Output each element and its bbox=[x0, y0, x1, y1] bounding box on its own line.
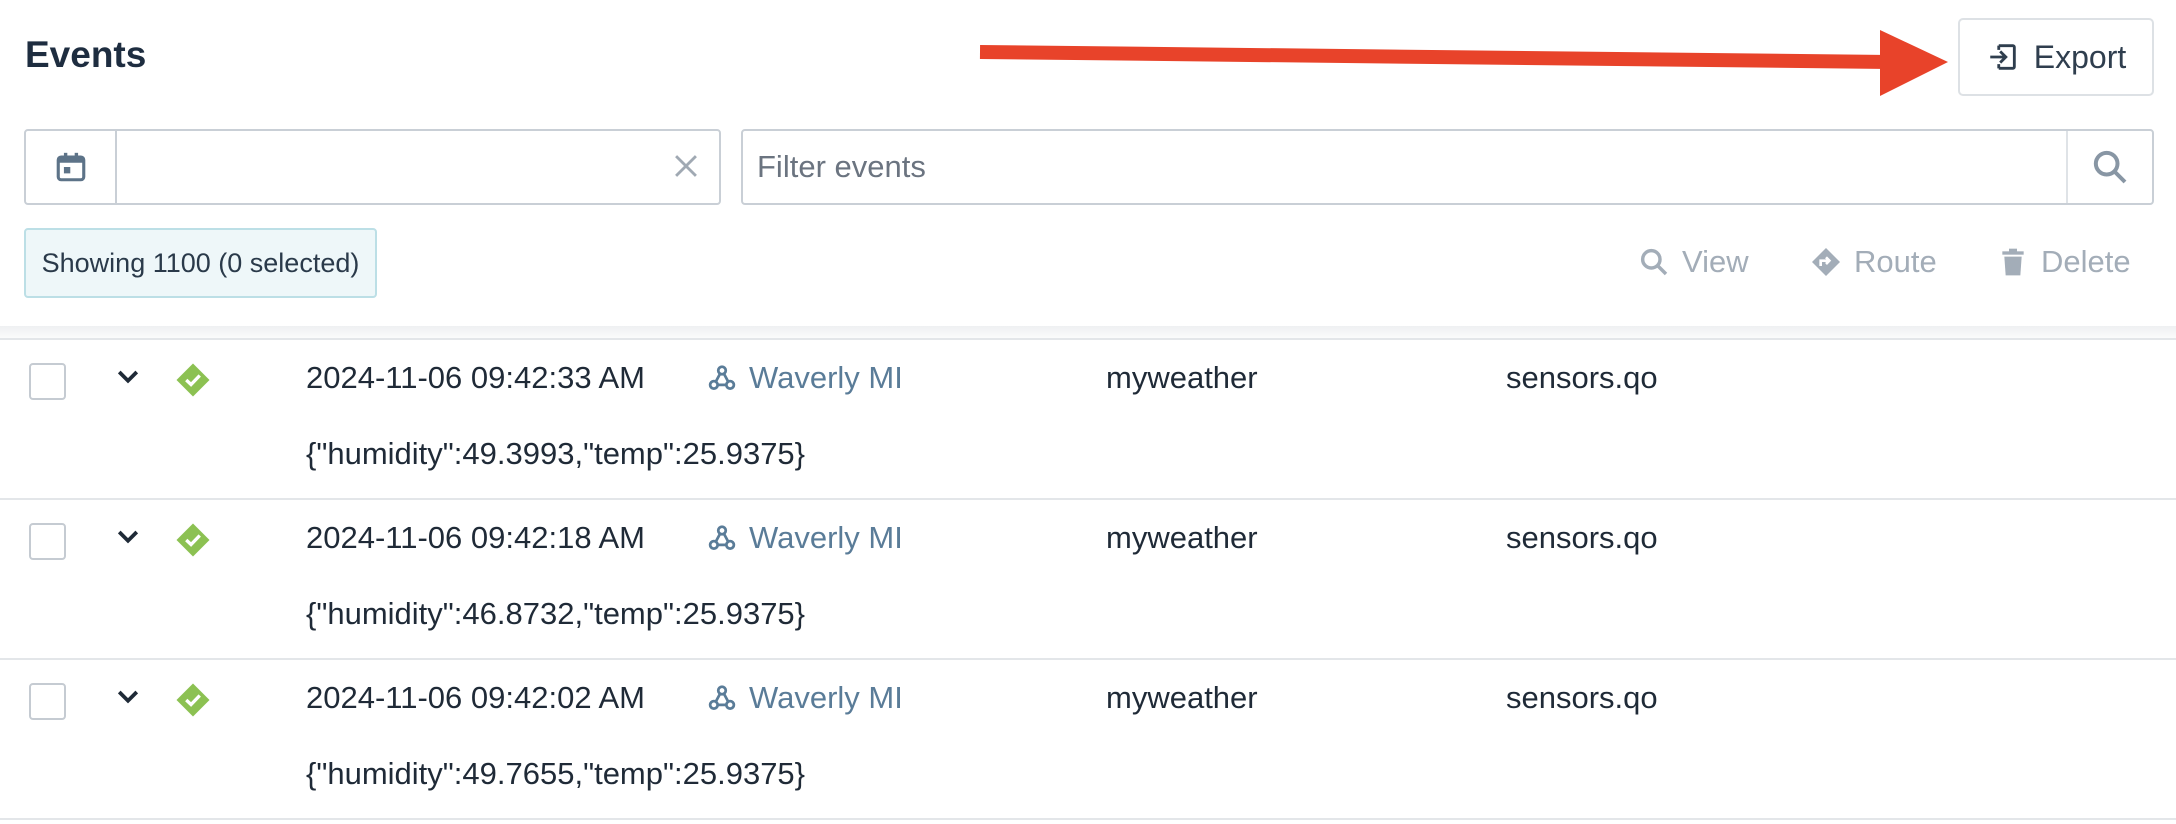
route-icon bbox=[1812, 248, 1840, 276]
route-label: Route bbox=[1854, 244, 1937, 279]
table-header-divider bbox=[0, 326, 2176, 340]
event-project: myweather bbox=[1106, 520, 1258, 555]
event-file: sensors.qo bbox=[1506, 520, 1658, 555]
status-ok-icon bbox=[176, 523, 210, 557]
event-time: 2024-11-06 09:42:18 AM bbox=[306, 520, 645, 555]
device-name: Waverly MI bbox=[749, 680, 903, 715]
route-button[interactable]: Route bbox=[1810, 244, 1937, 280]
export-label: Export bbox=[2033, 38, 2127, 75]
device-link[interactable]: Waverly MI bbox=[707, 680, 903, 716]
event-body: {"humidity":49.3993,"temp":25.9375} bbox=[306, 436, 806, 471]
filter-events-input[interactable] bbox=[757, 145, 2057, 189]
event-time: 2024-11-06 09:42:02 AM bbox=[306, 680, 645, 715]
export-button[interactable]: Export bbox=[1958, 18, 2154, 96]
status-ok-icon bbox=[176, 363, 210, 397]
search-icon bbox=[1640, 248, 1668, 276]
event-file: sensors.qo bbox=[1506, 680, 1658, 715]
chevron-down-icon[interactable] bbox=[113, 522, 143, 552]
event-project: myweather bbox=[1106, 680, 1258, 715]
view-button[interactable]: View bbox=[1638, 244, 1749, 280]
event-project: myweather bbox=[1106, 360, 1258, 395]
row-checkbox[interactable] bbox=[29, 363, 66, 400]
device-icon bbox=[708, 685, 736, 710]
chevron-down-icon[interactable] bbox=[113, 682, 143, 712]
device-name: Waverly MI bbox=[749, 520, 903, 555]
device-name: Waverly MI bbox=[749, 360, 903, 395]
annotation-arrow bbox=[979, 30, 1948, 96]
clear-icon[interactable] bbox=[669, 149, 703, 183]
delete-label: Delete bbox=[2041, 244, 2131, 279]
filter-events-field bbox=[741, 129, 2154, 205]
event-body: {"humidity":49.7655,"temp":25.9375} bbox=[306, 756, 806, 791]
device-link[interactable]: Waverly MI bbox=[707, 360, 903, 396]
row-checkbox[interactable] bbox=[29, 683, 66, 720]
date-picker-button[interactable] bbox=[26, 131, 117, 203]
calendar-icon bbox=[56, 152, 85, 182]
trash-icon bbox=[2002, 248, 2024, 276]
device-icon bbox=[708, 525, 736, 550]
event-row[interactable]: 2024-11-06 09:42:33 AM Waverly MI myweat… bbox=[0, 340, 2176, 500]
search-button[interactable] bbox=[2066, 131, 2152, 203]
event-file: sensors.qo bbox=[1506, 360, 1658, 395]
search-icon bbox=[2093, 150, 2127, 184]
export-icon bbox=[1990, 44, 2016, 70]
device-icon bbox=[708, 365, 736, 390]
chevron-down-icon[interactable] bbox=[113, 362, 143, 392]
event-row[interactable]: 2024-11-06 09:42:18 AM Waverly MI myweat… bbox=[0, 500, 2176, 660]
device-link[interactable]: Waverly MI bbox=[707, 520, 903, 556]
row-checkbox[interactable] bbox=[29, 523, 66, 560]
event-row[interactable]: 2024-11-06 09:42:02 AM Waverly MI myweat… bbox=[0, 660, 2176, 820]
event-time: 2024-11-06 09:42:33 AM bbox=[306, 360, 645, 395]
date-range-field[interactable] bbox=[24, 129, 721, 205]
event-body: {"humidity":46.8732,"temp":25.9375} bbox=[306, 596, 806, 631]
showing-count-badge: Showing 1100 (0 selected) bbox=[24, 228, 377, 298]
delete-button[interactable]: Delete bbox=[1997, 244, 2131, 280]
view-label: View bbox=[1682, 244, 1749, 279]
status-ok-icon bbox=[176, 683, 210, 717]
